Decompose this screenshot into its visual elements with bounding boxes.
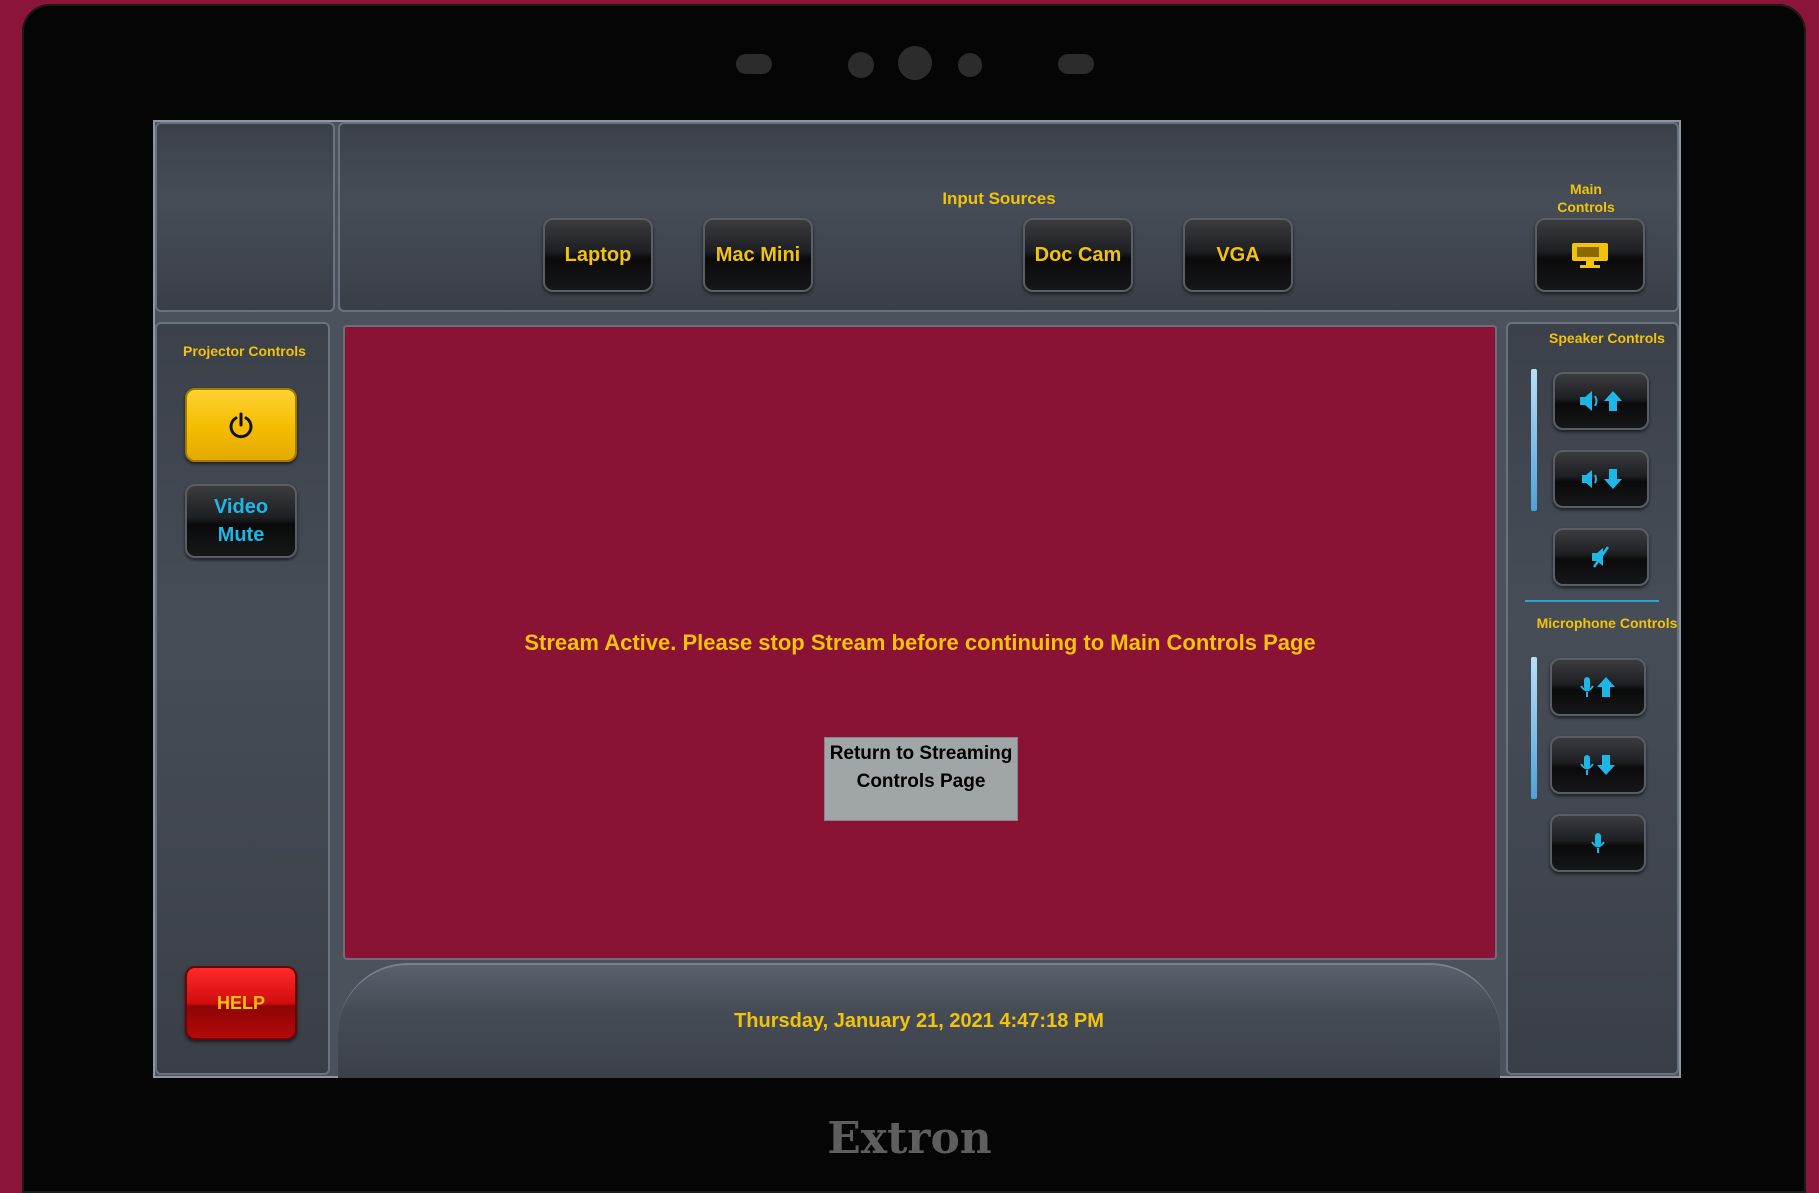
sensor-dot-right [958, 53, 982, 77]
top-left-panel [155, 122, 335, 312]
microphone-volume-up-button[interactable] [1550, 658, 1646, 716]
sensor-pill-right [1058, 54, 1094, 74]
sensor-dot-left [848, 52, 874, 78]
microphone-controls-label: Microphone Controls [1536, 615, 1678, 631]
input-laptop-button[interactable]: Laptop [543, 218, 653, 292]
main-controls-label: Main Controls [1557, 181, 1615, 215]
input-laptop-label: Laptop [564, 243, 632, 266]
input-vga-label: VGA [1216, 243, 1260, 266]
input-mac-mini-button[interactable]: Mac Mini [703, 218, 813, 292]
input-doc-cam-button[interactable]: Doc Cam [1023, 218, 1133, 292]
microphone-mute-icon [1591, 833, 1605, 853]
video-mute-button[interactable]: Video Mute [185, 484, 297, 558]
right-panel: Speaker Controls Microphone Controls [1506, 322, 1679, 1075]
header-panel: Input Sources Laptop Mac Mini Doc Cam VG… [338, 122, 1679, 312]
help-button[interactable]: HELP [185, 966, 297, 1040]
help-label: HELP [216, 992, 265, 1013]
camera-lens-icon [898, 46, 932, 80]
speaker-volume-down-button[interactable] [1553, 450, 1649, 508]
main-controls-button[interactable] [1535, 218, 1645, 292]
input-doc-cam-label: Doc Cam [1034, 243, 1122, 266]
left-panel: Projector Controls Video Mute HELP [155, 322, 330, 1075]
microphone-volume-down-button[interactable] [1550, 736, 1646, 794]
date-time-display: Thursday, January 21, 2021 4:47:18 PM [734, 1010, 1104, 1032]
video-mute-line1: Video [213, 496, 269, 518]
speaker-controls-label: Speaker Controls [1549, 330, 1665, 346]
main-content-area: Stream Active. Please stop Stream before… [343, 325, 1497, 960]
speaker-volume-up-button[interactable] [1553, 372, 1649, 430]
stream-active-message: Stream Active. Please stop Stream before… [524, 630, 1316, 655]
speaker-volume-up-icon [1580, 391, 1622, 411]
projector-power-button[interactable] [185, 388, 297, 462]
brand-logo: Extron [827, 1113, 992, 1164]
input-sources-label: Input Sources [942, 189, 1056, 208]
speaker-volume-bar [1531, 369, 1537, 511]
speaker-mute-button[interactable] [1553, 528, 1649, 586]
video-mute-label: Video Mute [214, 493, 268, 549]
projector-controls-label: Projector Controls [183, 343, 306, 359]
input-mac-mini-label: Mac Mini [715, 243, 801, 266]
monitor-icon [1572, 243, 1608, 268]
microphone-volume-down-icon [1580, 755, 1615, 775]
input-vga-button[interactable]: VGA [1183, 218, 1293, 292]
video-mute-line2: Mute [217, 524, 265, 546]
sensor-pill-left [736, 54, 772, 74]
power-icon [229, 412, 253, 439]
microphone-volume-bar [1531, 657, 1537, 799]
microphone-mute-button[interactable] [1550, 814, 1646, 872]
panel-divider [1525, 600, 1659, 602]
speaker-volume-down-icon [1582, 469, 1622, 489]
speaker-mute-icon [1592, 546, 1610, 568]
microphone-volume-up-icon [1580, 677, 1615, 697]
return-to-streaming-button[interactable]: Return to Streaming Controls Page [824, 737, 1018, 821]
footer-date-bar: Thursday, January 21, 2021 4:47:18 PM [338, 963, 1500, 1078]
